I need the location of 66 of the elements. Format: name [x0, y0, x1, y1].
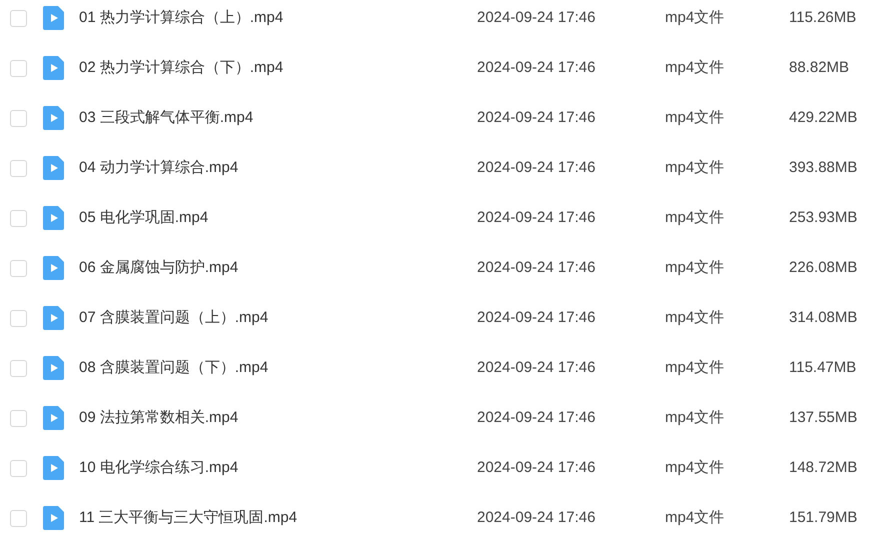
file-type: mp4文件 — [665, 308, 726, 328]
checkbox[interactable] — [10, 510, 27, 526]
checkbox[interactable] — [10, 360, 27, 376]
checkbox[interactable] — [10, 60, 27, 76]
file-size: 115.47MB — [789, 358, 856, 378]
file-name[interactable]: 05 电化学巩固.mp4 — [79, 206, 477, 230]
file-type: mp4文件 — [665, 508, 726, 528]
checkbox[interactable] — [10, 310, 27, 326]
video-file-icon — [43, 306, 64, 330]
file-size: 253.93MB — [789, 208, 858, 228]
video-file-icon — [43, 6, 64, 30]
checkbox[interactable] — [10, 10, 27, 26]
video-file-icon — [43, 56, 64, 80]
file-size: 226.08MB — [789, 258, 858, 278]
checkbox[interactable] — [10, 210, 27, 226]
file-size: 115.26MB — [789, 8, 856, 28]
file-name[interactable]: 07 含膜装置问题（上）.mp4 — [79, 306, 477, 330]
file-size: 314.08MB — [789, 308, 858, 328]
file-name[interactable]: 06 金属腐蚀与防护.mp4 — [79, 256, 477, 280]
video-file-icon — [43, 206, 64, 230]
file-type: mp4文件 — [665, 58, 726, 78]
file-type: mp4文件 — [665, 108, 726, 128]
file-type: mp4文件 — [665, 158, 726, 178]
file-name[interactable]: 11 三大平衡与三大守恒巩固.mp4 — [79, 506, 477, 530]
file-size: 137.55MB — [789, 408, 858, 428]
checkbox[interactable] — [10, 260, 27, 276]
file-name[interactable]: 10 电化学综合练习.mp4 — [79, 456, 477, 480]
modified-date: 2024-09-24 17:46 — [477, 58, 596, 78]
file-type: mp4文件 — [665, 408, 726, 428]
modified-date: 2024-09-24 17:46 — [477, 458, 596, 478]
file-type: mp4文件 — [665, 358, 726, 378]
file-size: 148.72MB — [789, 458, 858, 478]
file-name[interactable]: 09 法拉第常数相关.mp4 — [79, 406, 477, 430]
video-file-icon — [43, 156, 64, 180]
file-name[interactable]: 08 含膜装置问题（下）.mp4 — [79, 356, 477, 380]
modified-date: 2024-09-24 17:46 — [477, 8, 596, 28]
checkbox[interactable] — [10, 410, 27, 426]
file-type: mp4文件 — [665, 208, 726, 228]
modified-date: 2024-09-24 17:46 — [477, 258, 596, 278]
modified-date: 2024-09-24 17:46 — [477, 408, 596, 428]
checkbox[interactable] — [10, 460, 27, 476]
file-name[interactable]: 04 动力学计算综合.mp4 — [79, 156, 477, 180]
modified-date: 2024-09-24 17:46 — [477, 158, 596, 178]
file-name[interactable]: 01 热力学计算综合（上）.mp4 — [79, 6, 477, 30]
file-type: mp4文件 — [665, 258, 726, 278]
file-type: mp4文件 — [665, 458, 726, 478]
modified-date: 2024-09-24 17:46 — [477, 308, 596, 328]
video-file-icon — [43, 456, 64, 480]
modified-date: 2024-09-24 17:46 — [477, 208, 596, 228]
video-file-icon — [43, 406, 64, 430]
file-type: mp4文件 — [665, 8, 726, 28]
file-size: 429.22MB — [789, 108, 858, 128]
video-file-icon — [43, 506, 64, 530]
modified-date: 2024-09-24 17:46 — [477, 508, 596, 528]
checkbox[interactable] — [10, 160, 27, 176]
video-file-icon — [43, 106, 64, 130]
video-file-icon — [43, 256, 64, 280]
video-file-icon — [43, 356, 64, 380]
modified-date: 2024-09-24 17:46 — [477, 108, 596, 128]
file-name[interactable]: 03 三段式解气体平衡.mp4 — [79, 106, 477, 130]
file-name[interactable]: 02 热力学计算综合（下）.mp4 — [79, 56, 477, 80]
file-size: 393.88MB — [789, 158, 858, 178]
file-size: 88.82MB — [789, 58, 850, 78]
modified-date: 2024-09-24 17:46 — [477, 358, 596, 378]
file-size: 151.79MB — [789, 508, 858, 528]
checkbox[interactable] — [10, 110, 27, 126]
